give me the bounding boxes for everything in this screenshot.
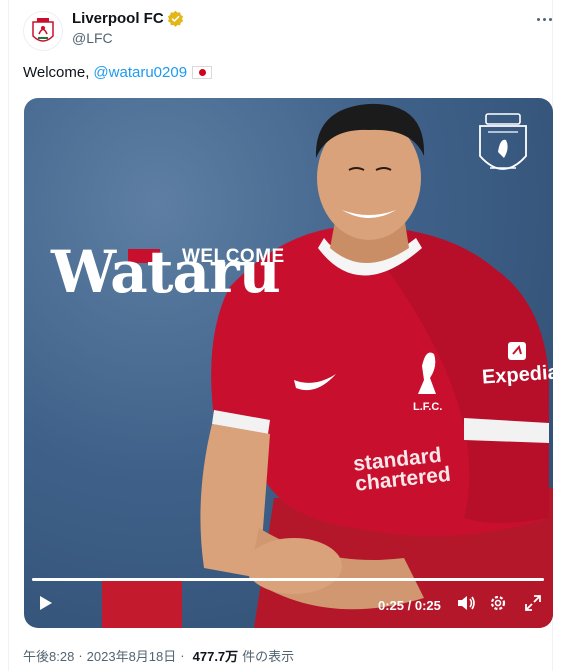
volume-icon[interactable] bbox=[456, 594, 476, 612]
meta-separator: · bbox=[180, 648, 185, 663]
mention-link[interactable]: @wataru0209 bbox=[93, 64, 187, 81]
more-options-icon[interactable] bbox=[533, 8, 555, 30]
lfc-crest-icon bbox=[32, 18, 54, 42]
author-name-text: Liverpool FC bbox=[72, 10, 164, 27]
meta-separator: · bbox=[78, 648, 83, 663]
japan-flag-icon bbox=[192, 66, 213, 79]
view-count-suffix: 件の表示 bbox=[242, 649, 295, 664]
fullscreen-icon[interactable] bbox=[524, 594, 542, 612]
play-icon[interactable] bbox=[38, 594, 54, 612]
tweet-meta: 午後8:28 · 2023年8月18日 · 477.7万 件の表示 bbox=[23, 646, 294, 665]
verified-badge-icon bbox=[167, 10, 183, 27]
sleeve-sponsor: Expedia bbox=[481, 361, 553, 389]
video-progress-fill bbox=[32, 578, 544, 581]
player-name-label: Wataru bbox=[51, 238, 281, 306]
tweet-time[interactable]: 午後8:28 bbox=[23, 646, 74, 665]
club-label: L.F.C. bbox=[413, 401, 443, 413]
tweet-text: Welcome, @wataru0209 bbox=[23, 64, 213, 81]
view-count: 477.7万 bbox=[192, 649, 239, 664]
author-handle[interactable]: @LFC bbox=[72, 30, 113, 46]
club-crest-icon bbox=[479, 113, 527, 170]
video-progress-bar[interactable] bbox=[32, 578, 544, 581]
author-name[interactable]: Liverpool FC bbox=[72, 10, 184, 27]
tweet-date[interactable]: 2023年8月18日 bbox=[87, 646, 177, 665]
author-avatar[interactable] bbox=[23, 11, 63, 51]
tweet-text-body: Welcome, bbox=[23, 64, 90, 81]
settings-gear-icon[interactable] bbox=[489, 594, 507, 612]
video-player[interactable]: L.F.C. Expedia standard chartered WELCOM… bbox=[24, 98, 553, 628]
player-photo bbox=[102, 103, 553, 628]
video-time: 0:25 / 0:25 bbox=[378, 598, 441, 613]
